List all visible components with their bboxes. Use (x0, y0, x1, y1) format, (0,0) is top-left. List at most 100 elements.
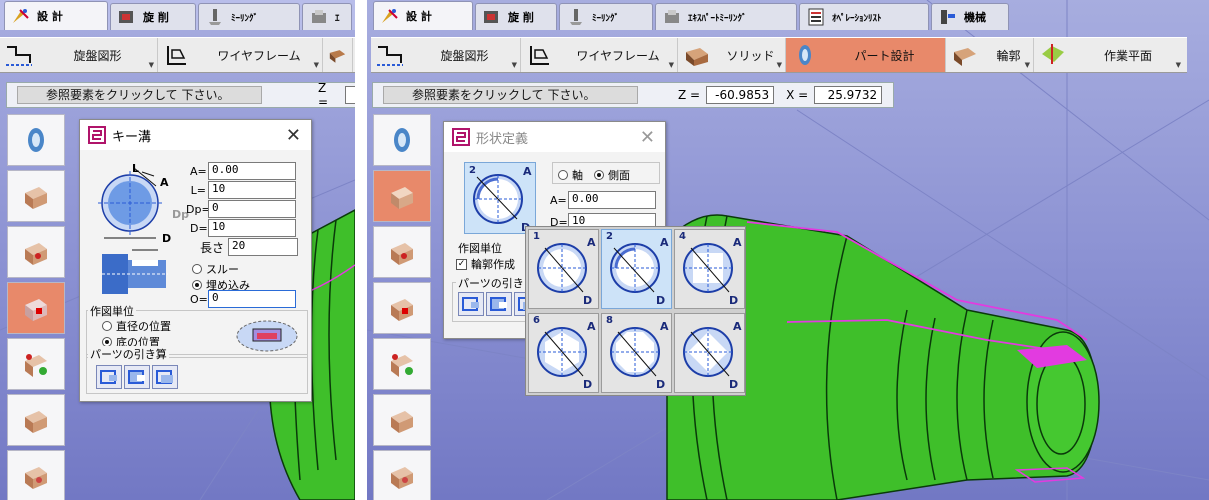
tool-wireframe[interactable]: ワイヤフレーム ▼ (158, 38, 323, 72)
expert-milling-icon (312, 10, 326, 23)
tab-milling[interactable]: ﾐｰﾘﾝｸﾞ (198, 3, 300, 30)
subtract-part-icon (128, 370, 145, 384)
preview-label-n: 2 (469, 165, 476, 176)
ribbon-tabs: 設 計 旋 削 ﾐｰﾘﾝｸﾞ ｴｷｽﾊﾟｰﾄﾐｰﾘﾝｸﾞ ｵﾍﾟﾚｰｼｮﾝﾘｽﾄ… (367, 0, 1027, 30)
radio-axis[interactable]: 軸 (558, 167, 583, 183)
tab-expert-milling[interactable]: ｴ (302, 3, 352, 30)
tool-wireframe[interactable]: ワイヤフレーム ▼ (521, 38, 678, 72)
close-icon[interactable]: ✕ (640, 127, 655, 148)
tool-solid[interactable]: ソリッド ▼ (678, 38, 786, 72)
tool-lathe-shape[interactable]: 旋盤図形 ▼ (371, 38, 521, 72)
palette-groove-button[interactable] (7, 226, 65, 278)
status-bar: 参照要素をクリックして 下さい。 Z = (6, 81, 355, 109)
tool-work-plane[interactable]: 作業平面 ▼ (1034, 38, 1184, 72)
keyway-icon (25, 299, 47, 321)
milling-icon (209, 9, 221, 25)
d-input[interactable]: 10 (208, 219, 296, 237)
tab-design[interactable]: 設 計 (373, 1, 473, 30)
close-icon[interactable]: ✕ (286, 125, 301, 146)
tab-operation-list[interactable]: ｵﾍﾟﾚｰｼｮﾝﾘｽﾄ (799, 3, 929, 30)
tab-expert-milling[interactable]: ｴｷｽﾊﾟｰﾄﾐｰﾘﾝｸﾞ (655, 3, 797, 30)
design-icon (382, 9, 398, 23)
shape-option-diamond[interactable]: AD (674, 313, 745, 393)
o-input[interactable]: 0 (208, 290, 296, 308)
palette-chamfer-button[interactable] (7, 394, 65, 446)
work-plane-icon (1042, 44, 1064, 64)
svg-text:A: A (587, 320, 596, 333)
field-l: L= 10 (190, 181, 296, 199)
chevron-down-icon: ▼ (511, 61, 517, 69)
lathe-shape-icon (377, 46, 403, 66)
palette-thread-button[interactable] (373, 450, 431, 500)
subtract-none-button[interactable] (96, 365, 122, 389)
palette-pattern-button[interactable] (373, 338, 431, 390)
palette-hole-button[interactable] (7, 170, 65, 222)
keyway-preview-icon (236, 320, 298, 352)
diagram-label-a: A (160, 176, 169, 189)
subtract-group-label: パーツの引き (456, 275, 526, 291)
status-message: 参照要素をクリックして 下さい。 (383, 86, 638, 104)
field-length: 長さ 20 (200, 238, 299, 256)
unit-group-label: 作図単位 (456, 240, 504, 256)
tool-part-design[interactable]: パート設計 (786, 38, 946, 72)
tab-milling[interactable]: ﾐｰﾘﾝｸﾞ (559, 3, 653, 30)
radio-diameter-position[interactable]: 直径の位置 (102, 318, 171, 334)
side-palette (7, 114, 65, 500)
subtract-all-button[interactable] (152, 365, 178, 389)
a-input[interactable]: 0.00 (208, 162, 296, 180)
tab-machine[interactable]: 機械 (931, 3, 1009, 30)
shape-option-8[interactable]: 8 AD (601, 313, 672, 393)
contour-checkbox[interactable]: ✓ 輪郭作成 (456, 256, 515, 272)
tool-contour[interactable]: 輪郭 ▼ (946, 38, 1034, 72)
machine-icon (941, 10, 955, 24)
selected-shape-preview[interactable]: 2 A D (464, 162, 536, 234)
diagram-label-d: D (162, 232, 171, 244)
subtract-part-button[interactable] (486, 292, 512, 316)
palette-keyway-button[interactable] (7, 282, 65, 334)
subtract-none-icon (100, 370, 117, 384)
hole-icon (391, 187, 413, 209)
palette-revolve-button[interactable] (7, 114, 65, 166)
palette-thread-button[interactable] (7, 450, 65, 500)
keyway-diagram: L A Dp D (98, 162, 189, 244)
tab-design[interactable]: 設 計 (4, 1, 108, 30)
radio-through[interactable]: スルー (192, 261, 239, 277)
app-logo-icon (452, 128, 470, 146)
shape-option-2[interactable]: 2 AD (601, 229, 672, 309)
tool-solid[interactable] (323, 38, 353, 72)
chevron-down-icon: ▼ (668, 61, 674, 69)
shape-selection-popup: 1 AD 2 AD 4 AD 6 AD 8 AD AD (525, 226, 746, 396)
palette-pattern-button[interactable] (7, 338, 65, 390)
subtract-part-button[interactable] (124, 365, 150, 389)
shape-option-6[interactable]: 6 AD (528, 313, 599, 393)
dp-input[interactable]: 0 (208, 200, 296, 218)
palette-keyway-button[interactable] (373, 282, 431, 334)
tab-turning[interactable]: 旋 削 (475, 3, 557, 30)
palette-chamfer-button[interactable] (373, 394, 431, 446)
x-value-box: 25.9732 (814, 86, 883, 104)
dialog-title-bar: 形状定義 ✕ (444, 122, 665, 152)
length-input[interactable]: 20 (228, 238, 299, 256)
palette-hole-button[interactable] (373, 170, 431, 222)
tool-lathe-shape[interactable]: 旋盤図形 ▼ (0, 38, 158, 72)
l-input[interactable]: 10 (208, 181, 296, 199)
chevron-down-icon: ▼ (776, 61, 782, 69)
chamfer-icon (25, 411, 47, 433)
app-logo-icon (88, 126, 106, 144)
ribbon-toolbar: 旋盤図形 ▼ ワイヤフレーム ▼ ソリッド ▼ パート設計 輪郭 ▼ 作業平面 … (371, 37, 1187, 73)
keyway-dialog: キー溝 ✕ L A Dp D A= 0.00 L= 10 Dp= 0 D= 10… (79, 119, 312, 402)
dialog-title: キー溝 (112, 129, 152, 145)
chevron-down-icon: ▼ (1024, 61, 1030, 69)
a-input[interactable]: 0.00 (568, 191, 656, 209)
pattern-icon (391, 354, 413, 377)
tab-turning[interactable]: 旋 削 (110, 3, 196, 30)
shape-option-4[interactable]: 4 AD (674, 229, 745, 309)
radio-side[interactable]: 側面 (594, 167, 630, 183)
palette-revolve-button[interactable] (373, 114, 431, 166)
svg-text:D: D (656, 378, 665, 391)
thread-icon (25, 467, 47, 489)
shape-option-1[interactable]: 1 AD (528, 229, 599, 309)
subtract-none-button[interactable] (458, 292, 484, 316)
palette-groove-button[interactable] (373, 226, 431, 278)
x-label: X = (786, 88, 809, 102)
